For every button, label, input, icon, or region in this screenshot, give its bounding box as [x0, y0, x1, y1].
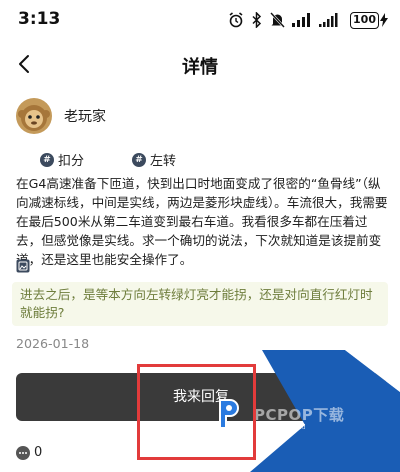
highlight-box	[137, 364, 256, 460]
watermark-subtext: PCPOP Download	[254, 424, 306, 431]
watermark-text: PCPOP下载	[254, 406, 345, 424]
